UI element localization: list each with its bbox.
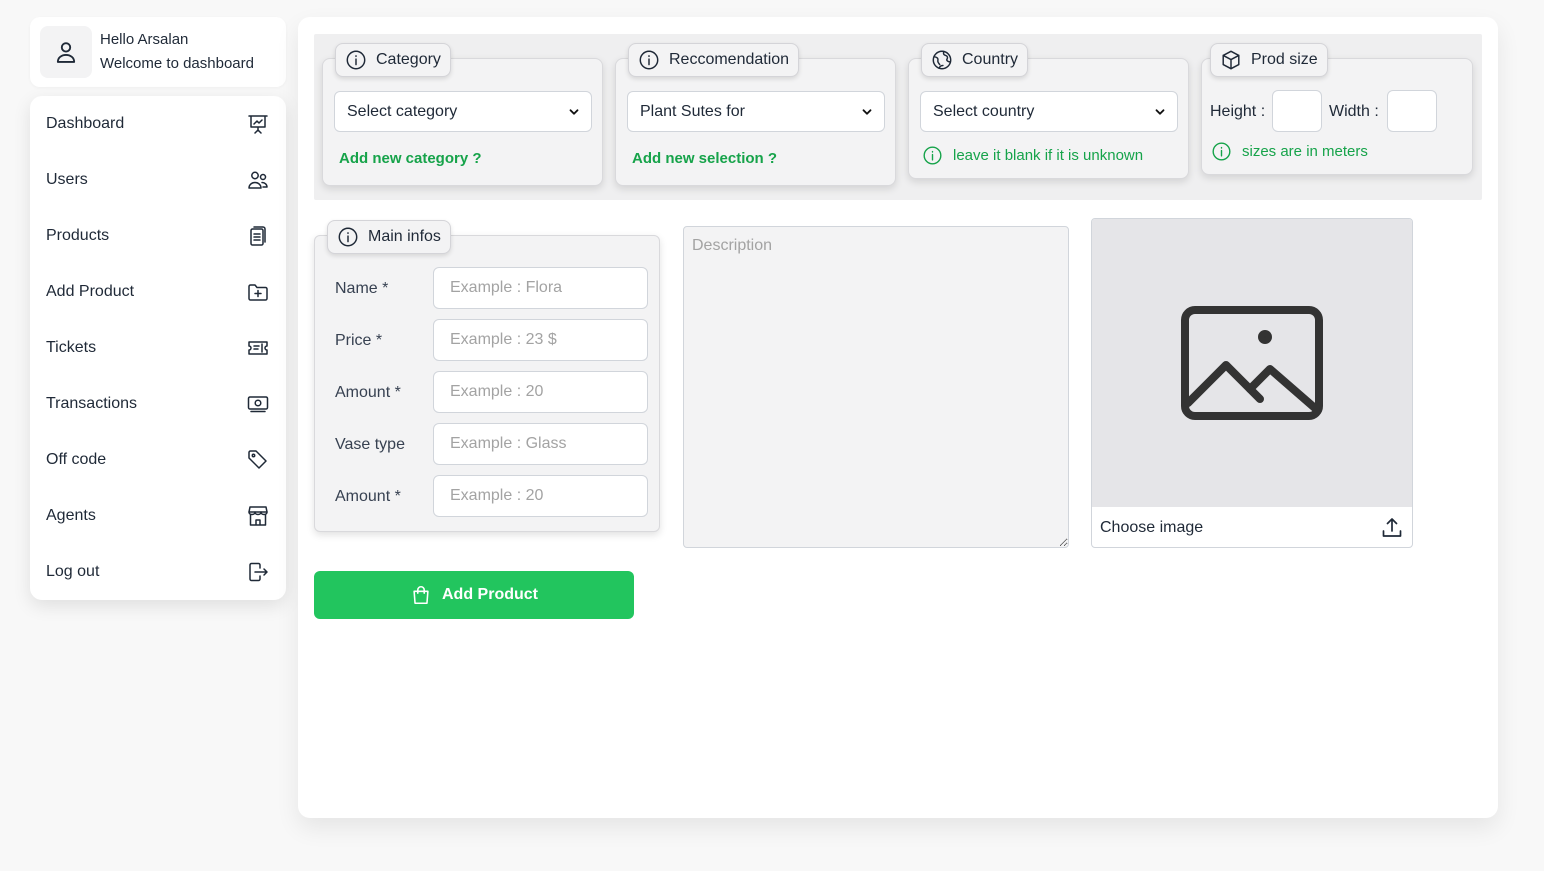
prod-size-tag: Prod size <box>1210 43 1328 77</box>
height-input[interactable] <box>1272 90 1322 132</box>
info-icon <box>639 50 659 70</box>
sidebar-item-label: Dashboard <box>46 115 125 132</box>
info-icon <box>338 227 358 247</box>
main-infos-tag-label: Main infos <box>368 228 441 245</box>
description-textarea[interactable] <box>683 226 1069 548</box>
add-product-label: Add Product <box>442 586 538 603</box>
greeting-text: Hello Arsalan <box>100 31 189 48</box>
width-input[interactable] <box>1387 90 1437 132</box>
sidebar-item-label: Log out <box>46 563 100 580</box>
country-hint-text: leave it blank if it is unknown <box>953 147 1144 164</box>
sidebar-item-label: Transactions <box>46 395 137 412</box>
vase-type-label: Vase type <box>335 436 405 453</box>
recommendation-tag-label: Reccomendation <box>669 51 790 68</box>
greeting-subtitle: Welcome to dashboard <box>100 55 254 72</box>
image-preview <box>1092 219 1412 507</box>
sidebar-item-add-product[interactable]: Add Product <box>30 264 286 320</box>
user-icon <box>40 26 92 78</box>
sidebar-item-agents[interactable]: Agents <box>30 488 286 544</box>
price-input[interactable] <box>433 319 648 361</box>
amount-label-2: Amount * <box>335 488 401 505</box>
sidebar-menu: Dashboard Users Products Add Product Tic… <box>30 96 286 600</box>
presentation-chart-icon <box>248 115 268 134</box>
upload-icon <box>1382 518 1402 537</box>
cube-icon <box>1222 50 1240 70</box>
chevron-down-icon <box>1155 108 1165 115</box>
recommendation-select-value: Plant Sutes for <box>640 102 745 120</box>
prod-size-tag-label: Prod size <box>1251 51 1318 68</box>
folder-plus-icon <box>248 284 268 301</box>
sidebar-item-label: Products <box>46 227 110 244</box>
cash-icon <box>247 396 269 413</box>
amount-input[interactable] <box>433 371 648 413</box>
amount-label: Amount * <box>335 384 401 401</box>
recommendation-card: Plant Sutes for Add new selection ? <box>615 58 896 186</box>
add-category-link[interactable]: Add new category ? <box>339 150 482 167</box>
chevron-down-icon <box>569 108 579 115</box>
users-icon <box>248 171 268 189</box>
height-label: Height : <box>1210 103 1266 120</box>
image-icon <box>1181 306 1323 420</box>
name-input[interactable] <box>433 267 648 309</box>
choose-image-button[interactable]: Choose image <box>1092 507 1412 547</box>
options-band: Select category Add new category ? Categ… <box>314 34 1482 200</box>
name-label: Name * <box>335 280 389 297</box>
recommendation-tag: Reccomendation <box>628 43 800 77</box>
sidebar-item-users[interactable]: Users <box>30 152 286 208</box>
chevron-down-icon <box>862 108 872 115</box>
category-card: Select category Add new category ? <box>322 58 603 186</box>
logout-icon <box>249 562 268 582</box>
country-select[interactable]: Select country <box>920 91 1178 132</box>
width-label: Width : <box>1329 103 1379 120</box>
country-select-value: Select country <box>933 102 1035 120</box>
sidebar-item-label: Add Product <box>46 283 135 300</box>
size-hint: sizes are in meters <box>1211 141 1368 162</box>
add-selection-link[interactable]: Add new selection ? <box>632 150 777 167</box>
size-hint-text: sizes are in meters <box>1242 143 1368 160</box>
category-tag-label: Category <box>376 51 441 68</box>
sidebar-item-products[interactable]: Products <box>30 208 286 264</box>
tag-icon <box>248 450 267 469</box>
recommendation-select[interactable]: Plant Sutes for <box>627 91 885 132</box>
clipboard-icon <box>250 226 266 246</box>
sidebar-item-label: Off code <box>46 451 107 468</box>
sidebar-item-label: Tickets <box>46 339 97 356</box>
category-select[interactable]: Select category <box>334 91 592 132</box>
country-tag-label: Country <box>962 51 1019 68</box>
sidebar-item-tickets[interactable]: Tickets <box>30 320 286 376</box>
category-select-value: Select category <box>347 102 458 120</box>
amount-input-2[interactable] <box>433 475 648 517</box>
add-product-panel: Select category Add new category ? Categ… <box>298 17 1498 818</box>
sidebar-item-label: Agents <box>46 507 96 524</box>
category-tag: Category <box>335 43 451 77</box>
sidebar-item-transactions[interactable]: Transactions <box>30 376 286 432</box>
info-icon <box>1212 142 1231 161</box>
info-icon <box>923 146 942 165</box>
sidebar-item-log-out[interactable]: Log out <box>30 544 286 600</box>
ticket-icon <box>248 341 268 355</box>
choose-image-label: Choose image <box>1100 519 1204 536</box>
price-label: Price * <box>335 332 383 349</box>
sidebar-item-dashboard[interactable]: Dashboard <box>30 96 286 152</box>
store-icon <box>248 506 268 526</box>
shopping-bag-icon <box>413 586 429 605</box>
sidebar-item-label: Users <box>46 171 88 188</box>
main-infos-card: Name * Price * Amount * Vase type Amount… <box>314 235 660 532</box>
add-product-button[interactable]: Add Product <box>314 571 634 619</box>
globe-icon <box>932 50 952 70</box>
main-infos-tag: Main infos <box>327 220 451 254</box>
sidebar-item-off-code[interactable]: Off code <box>30 432 286 488</box>
image-chooser[interactable]: Choose image <box>1091 218 1413 548</box>
vase-type-input[interactable] <box>433 423 648 465</box>
country-tag: Country <box>921 43 1029 77</box>
info-icon <box>346 50 366 70</box>
user-greeting-card: Hello Arsalan Welcome to dashboard <box>30 17 286 87</box>
country-hint: leave it blank if it is unknown <box>922 145 1143 166</box>
